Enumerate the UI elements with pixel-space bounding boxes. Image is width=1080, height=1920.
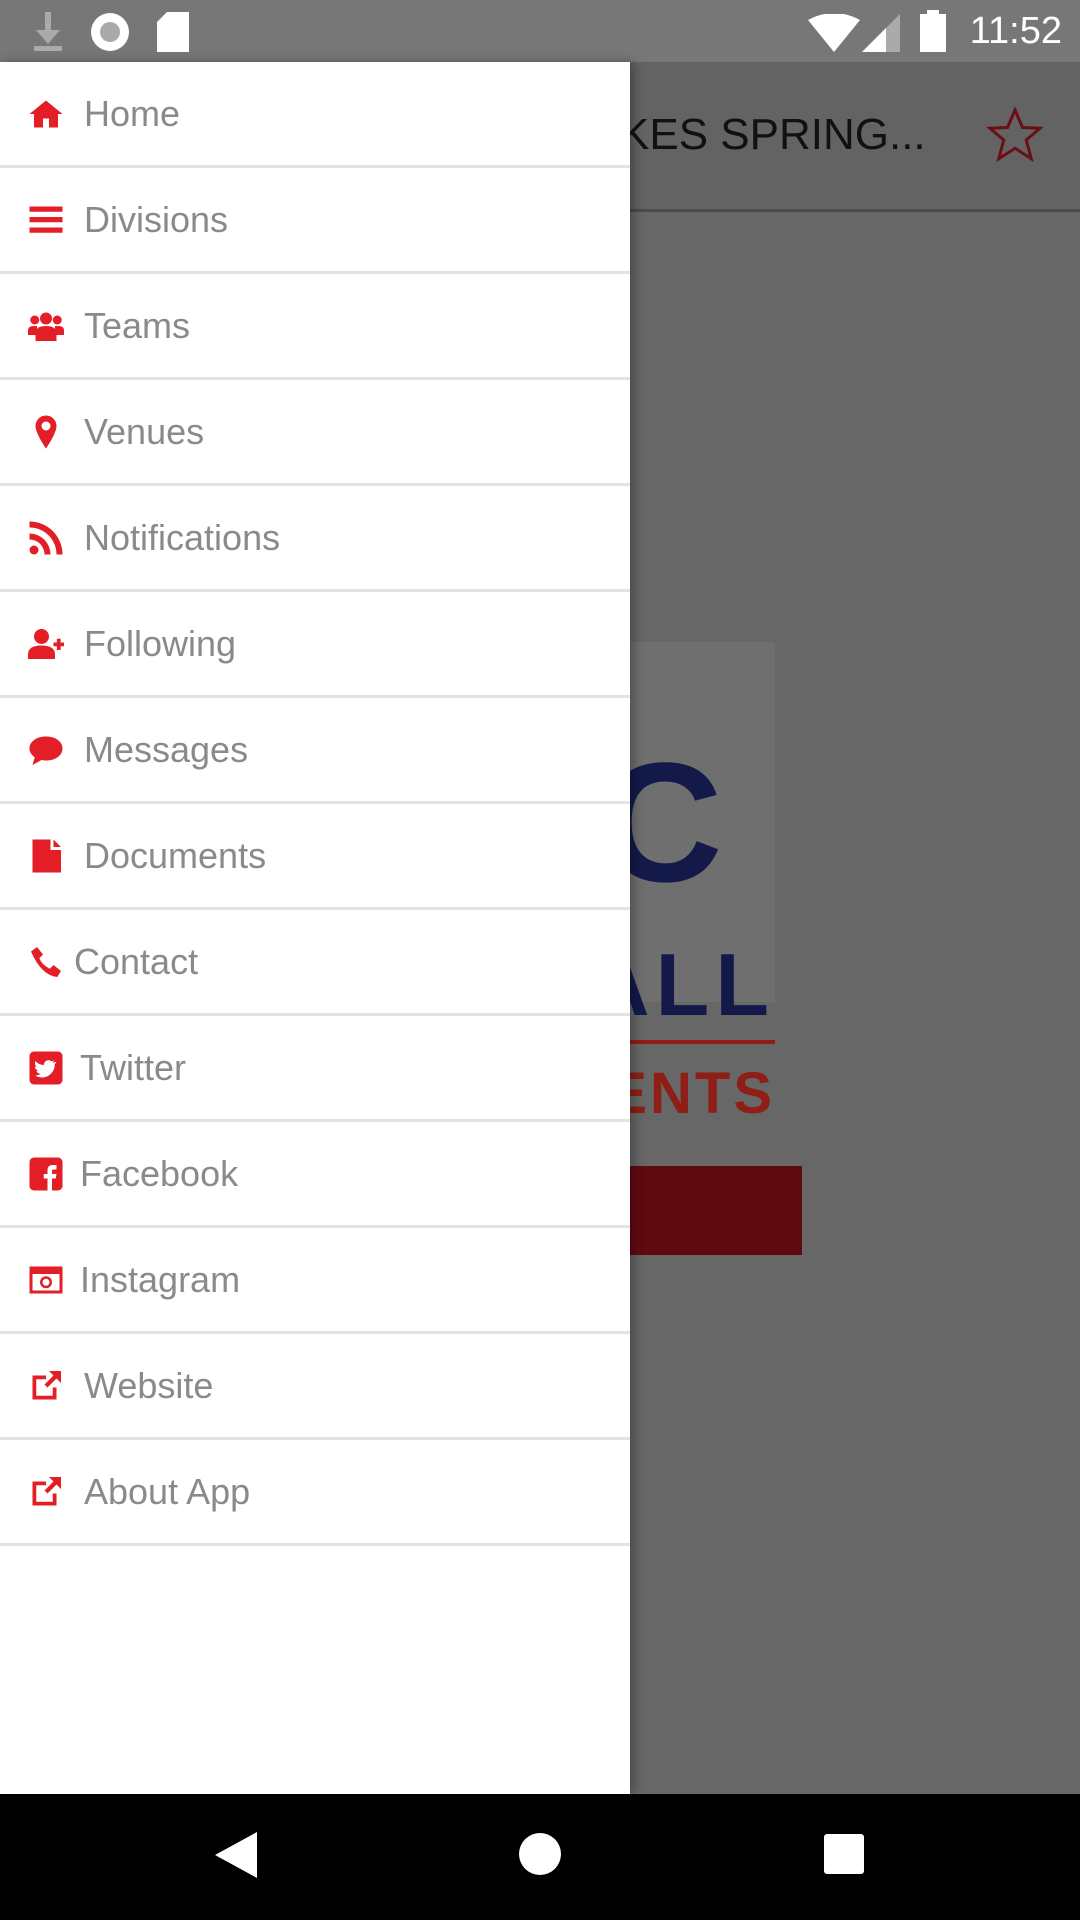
drawer-item-about-app[interactable]: About App bbox=[0, 1440, 630, 1546]
rss-icon bbox=[26, 518, 66, 558]
drawer-item-label: Website bbox=[84, 1364, 214, 1406]
users-icon bbox=[26, 306, 66, 346]
battery-icon bbox=[920, 10, 946, 52]
external-link-icon bbox=[26, 1472, 66, 1512]
external-link-icon bbox=[26, 1366, 66, 1406]
navigation-drawer: Home Divisions Teams Venues Notification… bbox=[0, 62, 630, 1794]
phone-icon bbox=[26, 942, 66, 982]
drawer-item-label: Venues bbox=[84, 410, 205, 452]
bars-icon bbox=[26, 200, 66, 240]
drawer-item-label: Facebook bbox=[80, 1152, 239, 1194]
drawer-item-label: Home bbox=[84, 92, 181, 134]
sd-card-icon bbox=[157, 12, 189, 52]
drawer-item-divisions[interactable]: Divisions bbox=[0, 168, 630, 274]
drawer-item-twitter[interactable]: Twitter bbox=[0, 1016, 630, 1122]
drawer-item-label: Messages bbox=[84, 728, 249, 770]
drawer-item-documents[interactable]: Documents bbox=[0, 804, 630, 910]
drawer-item-label: Teams bbox=[84, 304, 191, 346]
clock: 11:52 bbox=[969, 10, 1062, 52]
map-pin-icon bbox=[26, 412, 66, 452]
twitter-icon bbox=[26, 1048, 66, 1088]
drawer-item-label: Documents bbox=[84, 834, 267, 876]
download-icon bbox=[34, 12, 62, 51]
drawer-item-label: Instagram bbox=[80, 1258, 241, 1300]
recents-icon[interactable] bbox=[824, 1834, 864, 1874]
wifi-icon bbox=[808, 14, 860, 52]
user-plus-icon bbox=[26, 624, 66, 664]
drawer-item-label: Divisions bbox=[84, 198, 229, 240]
instagram-icon bbox=[26, 1260, 66, 1300]
status-bar: 11:52 bbox=[0, 0, 1080, 62]
drawer-item-label: Contact bbox=[74, 940, 199, 982]
drawer-item-label: About App bbox=[84, 1470, 251, 1512]
drawer-item-label: Following bbox=[84, 622, 237, 664]
drawer-item-instagram[interactable]: Instagram bbox=[0, 1228, 630, 1334]
drawer-item-messages[interactable]: Messages bbox=[0, 698, 630, 804]
drawer-item-notifications[interactable]: Notifications bbox=[0, 486, 630, 592]
drawer-item-label: Twitter bbox=[80, 1046, 187, 1088]
record-icon bbox=[91, 13, 129, 51]
red-banner-button bbox=[600, 1166, 802, 1255]
comment-icon bbox=[26, 730, 66, 770]
drawer-item-facebook[interactable]: Facebook bbox=[0, 1122, 630, 1228]
drawer-item-contact[interactable]: Contact bbox=[0, 910, 630, 1016]
back-icon[interactable] bbox=[215, 1832, 257, 1878]
drawer-item-teams[interactable]: Teams bbox=[0, 274, 630, 380]
drawer-item-label: Notifications bbox=[84, 516, 281, 558]
drawer-item-venues[interactable]: Venues bbox=[0, 380, 630, 486]
system-nav-bar bbox=[0, 1794, 1080, 1920]
star-outline-icon[interactable] bbox=[985, 105, 1045, 165]
drawer-item-home[interactable]: Home bbox=[0, 62, 630, 168]
home-circle-icon[interactable] bbox=[518, 1832, 562, 1876]
file-icon bbox=[26, 836, 66, 876]
drawer-item-website[interactable]: Website bbox=[0, 1334, 630, 1440]
drawer-item-following[interactable]: Following bbox=[0, 592, 630, 698]
app-title: KES SPRING... bbox=[620, 110, 926, 159]
home-icon bbox=[26, 94, 66, 134]
facebook-icon bbox=[26, 1154, 66, 1194]
signal-icon bbox=[862, 14, 900, 52]
